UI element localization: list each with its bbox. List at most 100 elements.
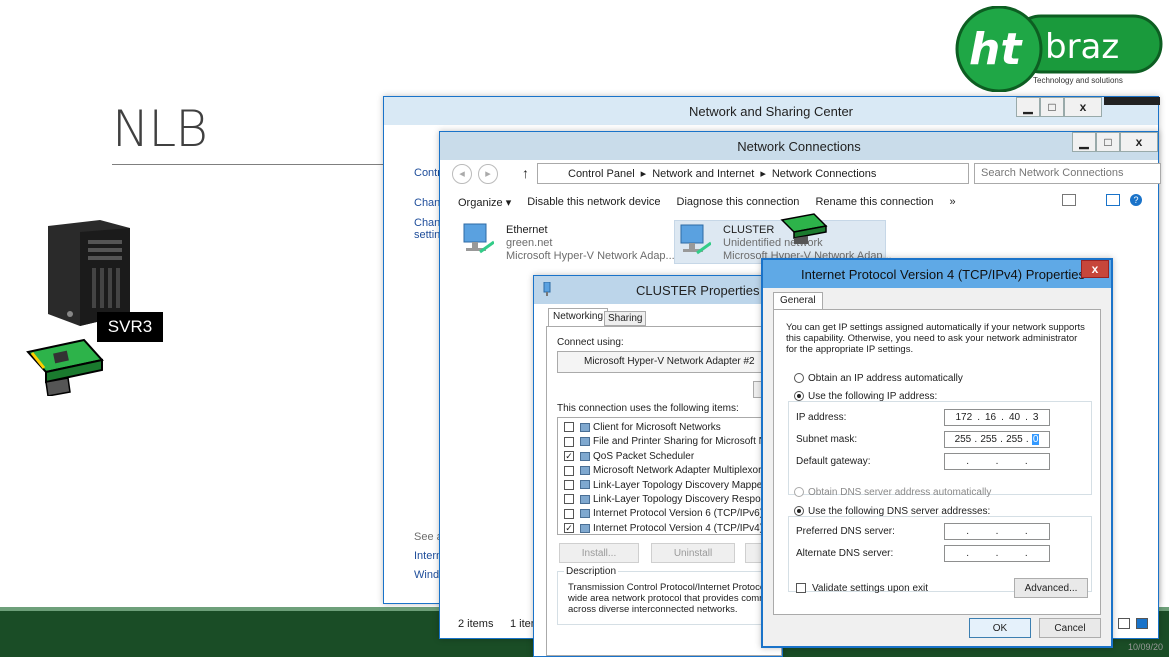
ipv4-title: Internet Protocol Version 4 (TCP/IPv4) P… [801,266,1085,282]
cancel-button[interactable]: Cancel [1039,618,1101,638]
obtain-ip-auto-label: Obtain an IP address automatically [808,373,963,384]
items-list[interactable]: Client for Microsoft Networks File and Pr… [557,417,783,535]
default-gateway-field[interactable]: ... [944,453,1050,470]
checkbox-icon[interactable] [564,479,574,490]
checkbox-icon [796,583,806,594]
adapter-field: Microsoft Hyper-V Network Adapter #2 [557,351,783,373]
alternate-dns-label: Alternate DNS server: [796,548,894,559]
ok-button[interactable]: OK [969,618,1031,638]
list-item[interactable]: Microsoft Network Adapter Multiplexor Pr… [564,465,780,476]
component-icon [580,494,590,504]
adapter-name: Ethernet [506,224,548,236]
ip-address-field[interactable]: 172. 16. 40. 3 [944,409,1050,426]
breadcrumb-network-internet[interactable]: Network and Internet [652,168,754,180]
tab-networking[interactable]: Networking [548,308,609,326]
breadcrumb-control-panel[interactable]: Control Panel [568,168,635,180]
list-item[interactable]: Client for Microsoft Networks [564,422,721,433]
obtain-dns-auto-label: Obtain DNS server address automatically [808,487,992,498]
list-item[interactable]: Internet Protocol Version 6 (TCP/IPv6) [564,508,763,519]
minimize-button[interactable]: ▁ [1072,132,1096,152]
more-button[interactable]: » [949,196,955,208]
tab-general[interactable]: General [773,292,823,310]
internet-options-link[interactable]: Intern [414,550,442,562]
list-item[interactable]: ✓ QoS Packet Scheduler [564,451,694,462]
side-link-settings[interactable]: Chang settin [414,217,446,241]
ipv4-properties-window: Internet Protocol Version 4 (TCP/IPv4) P… [761,258,1113,648]
search-input[interactable]: Search Network Connections [974,163,1161,184]
back-arrow-icon[interactable]: ◂ [452,164,472,184]
component-icon [580,422,590,432]
list-item[interactable]: Link-Layer Topology Discovery Responde [564,494,777,505]
component-icon [580,466,590,476]
list-item[interactable]: File and Printer Sharing for Microsoft N… [564,436,781,447]
list-item-label: Client for Microsoft Networks [593,422,721,433]
view-options-icon[interactable] [1062,194,1076,206]
intro-text: You can get IP settings assigned automat… [786,322,1085,355]
organize-menu[interactable]: Organize ▾ [458,196,511,209]
maximize-button[interactable]: □ [1096,132,1120,152]
cluster-titlebar[interactable]: CLUSTER Properties [534,276,782,304]
advanced-button[interactable]: Advanced... [1014,578,1088,598]
up-arrow-icon[interactable]: ↑ [522,165,529,181]
subnet-mask-field[interactable]: 255. 255. 255. 0 [944,431,1050,448]
validate-checkbox[interactable]: Validate settings upon exit [796,583,928,594]
checkbox-icon[interactable] [564,422,574,433]
checkbox-icon[interactable] [564,465,574,476]
checkbox-icon[interactable] [564,436,574,447]
network-card-icon [780,213,828,244]
cluster-title: CLUSTER Properties [636,282,760,298]
large-icons-view-icon[interactable] [1136,618,1148,629]
list-item-label: Link-Layer Topology Discovery Mapper I/O [593,479,782,491]
help-icon[interactable]: ? [1130,194,1142,206]
general-panel: You can get IP settings assigned automat… [773,309,1101,615]
checkbox-checked-icon[interactable]: ✓ [564,523,574,534]
subnet-mask-label: Subnet mask: [796,434,858,445]
forward-arrow-icon[interactable]: ▸ [478,164,498,184]
install-button[interactable]: Install... [559,543,639,563]
server-label: SVR3 [97,312,163,342]
checkbox-checked-icon[interactable]: ✓ [564,451,574,462]
minimize-button[interactable]: ▁ [1016,97,1040,117]
obtain-ip-auto-radio[interactable]: Obtain an IP address automatically [794,373,963,384]
ipv4-titlebar[interactable]: Internet Protocol Version 4 (TCP/IPv4) P… [763,260,1111,288]
list-item[interactable]: ✓ Internet Protocol Version 4 (TCP/IPv4) [564,523,763,534]
maximize-button[interactable]: □ [1040,97,1064,117]
logo-name: braz [1045,27,1119,67]
connections-titlebar[interactable]: Network Connections [440,132,1158,160]
list-item-label: Internet Protocol Version 6 (TCP/IPv6) [593,508,764,520]
disable-device-button[interactable]: Disable this network device [527,196,660,208]
rename-button[interactable]: Rename this connection [815,196,933,208]
close-button[interactable]: x [1120,132,1158,152]
obtain-dns-auto-radio[interactable]: Obtain DNS server address automatically [794,487,991,498]
checkbox-icon[interactable] [564,494,574,505]
alternate-dns-field[interactable]: ... [944,545,1050,562]
slide-title: NLB [112,100,208,158]
network-adapter-icon [680,224,711,255]
component-icon [580,451,590,461]
adapter-name: CLUSTER [723,224,775,236]
preview-pane-icon[interactable] [1106,194,1120,206]
breadcrumb[interactable]: Control Panel ▸ Network and Internet ▸ Net… [537,163,969,184]
mask-octet: 0 [1031,434,1040,445]
preferred-dns-label: Preferred DNS server: [796,526,895,537]
checkbox-icon[interactable] [564,508,574,519]
adapter-ethernet[interactable]: Ethernet green.net Microsoft Hyper-V Net… [458,220,678,264]
dark-strip [1104,97,1160,105]
tab-sharing[interactable]: Sharing [604,311,647,326]
connect-using-label: Connect using: [557,337,624,348]
mask-octet: 255 [954,434,972,445]
side-link-control[interactable]: Contr [414,167,441,179]
close-button[interactable]: x [1064,97,1102,117]
list-item-label: Internet Protocol Version 4 (TCP/IPv4) [593,522,764,534]
details-view-icon[interactable] [1118,618,1130,629]
networking-panel: Connect using: Microsoft Hyper-V Network… [546,326,783,656]
preferred-dns-field[interactable]: ... [944,523,1050,540]
uninstall-button[interactable]: Uninstall [651,543,735,563]
diagnose-button[interactable]: Diagnose this connection [677,196,800,208]
radio-selected-icon [794,506,804,517]
breadcrumb-network-connections[interactable]: Network Connections [772,168,877,180]
component-icon [580,523,590,533]
close-button[interactable]: x [1081,260,1109,278]
list-item[interactable]: Link-Layer Topology Discovery Mapper I/O [564,480,782,491]
mask-octet: 255 [1006,434,1023,445]
